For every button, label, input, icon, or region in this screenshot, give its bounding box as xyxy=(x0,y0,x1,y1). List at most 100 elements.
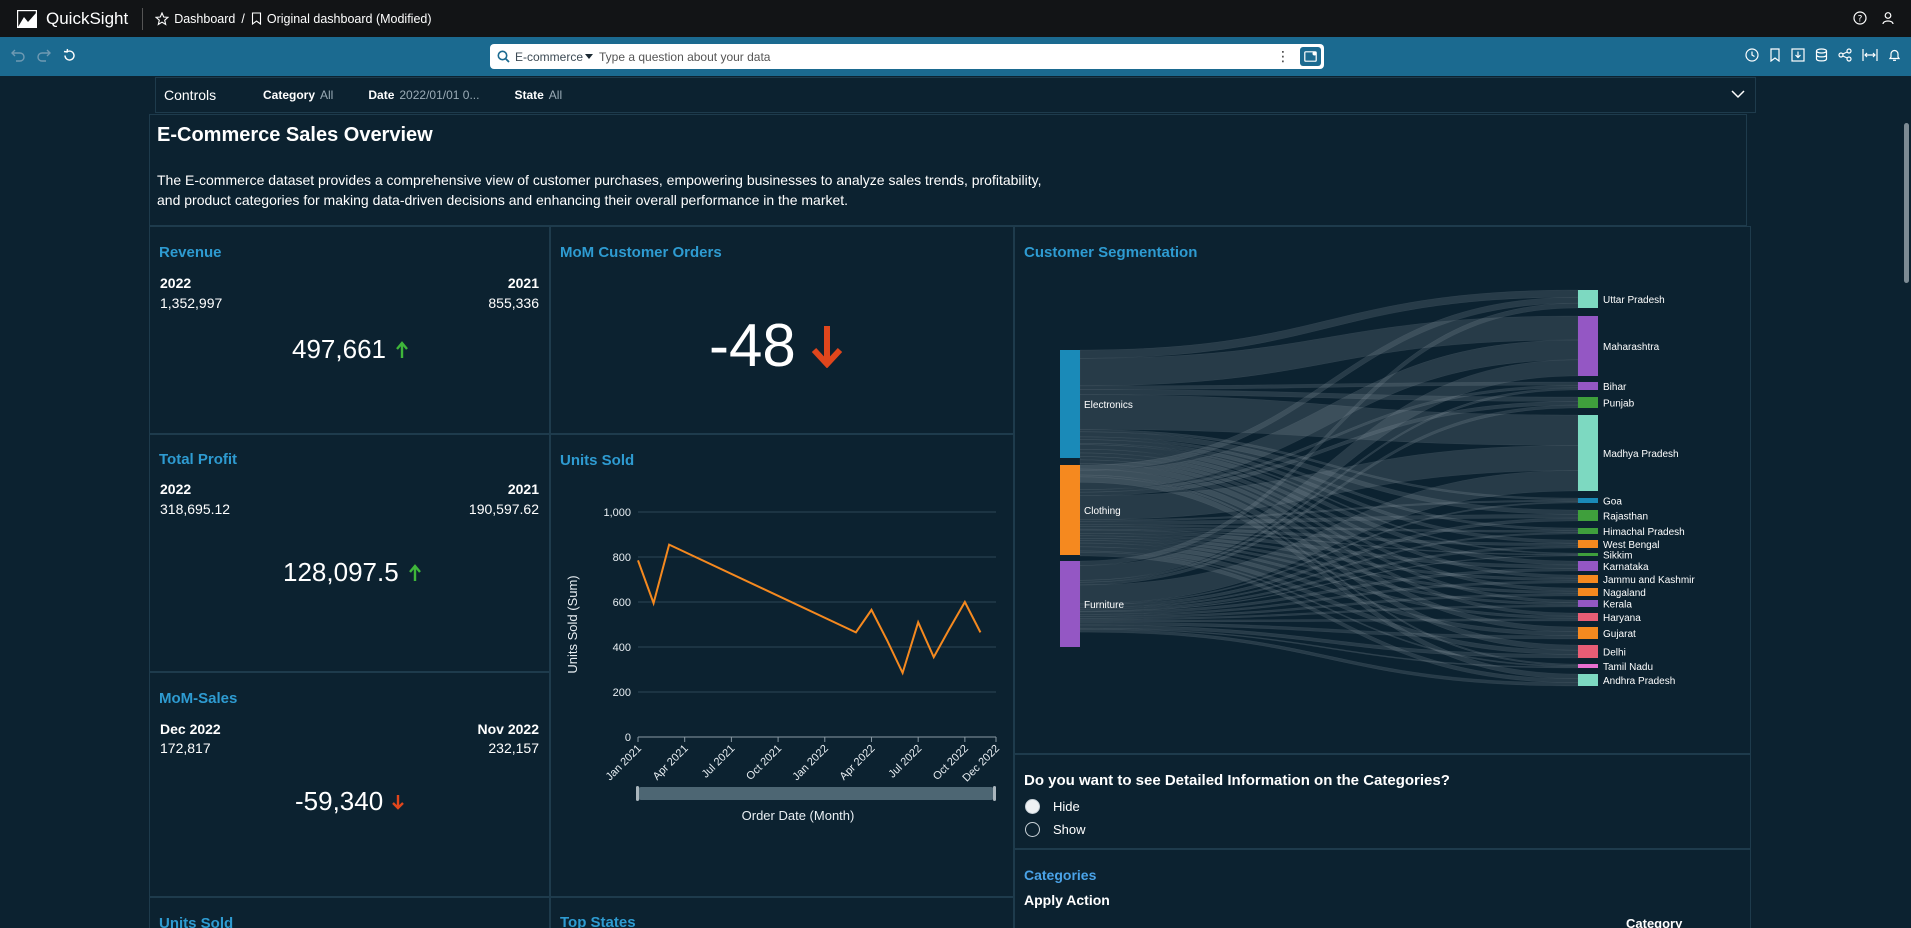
x-tick-label: Jul 2021 xyxy=(700,743,738,781)
page-scrollbar[interactable] xyxy=(1902,115,1911,928)
sankey-target-label: Madhya Pradesh xyxy=(1603,449,1679,460)
revenue-kpi[interactable]: Revenue 2022 1,352,997 2021 855,336 497,… xyxy=(149,226,550,434)
y-tick-label: 1,000 xyxy=(603,507,631,519)
x-tick-label: Apr 2021 xyxy=(651,743,691,783)
star-icon[interactable] xyxy=(155,11,170,26)
breadcrumb-dashboard[interactable]: Dashboard xyxy=(174,12,235,26)
sankey-target-node xyxy=(1578,528,1598,534)
current-period-value: 1,352,997 xyxy=(160,295,223,311)
visual-title: Units Sold xyxy=(159,915,234,928)
control-category[interactable]: Category All xyxy=(263,88,333,102)
x-tick-label: Jan 2021 xyxy=(604,743,644,783)
user-icon[interactable] xyxy=(1881,11,1895,25)
chevron-down-icon[interactable] xyxy=(585,54,594,59)
line-chart-svg: 02004006008001,000Jan 2021 Apr 2021 Jul 20… xyxy=(565,507,1002,823)
sankey-target-label: Rajasthan xyxy=(1603,512,1648,523)
q-search-bar[interactable]: E-commerce ⋮ xyxy=(490,44,1324,69)
customer-segmentation-sankey[interactable]: Customer Segmentation Electronics Clothin… xyxy=(1014,226,1751,754)
previous-period-label: 2021 xyxy=(507,275,539,291)
mom-customer-orders-kpi[interactable]: MoM Customer Orders -48 xyxy=(550,226,1014,434)
search-input[interactable] xyxy=(599,49,1276,64)
sankey-target-node xyxy=(1578,600,1598,607)
sankey-target-node xyxy=(1578,397,1598,408)
visual-title: Categories xyxy=(1024,867,1097,883)
units-sold-kpi[interactable]: Units Sold xyxy=(149,897,550,928)
y-tick-label: 600 xyxy=(613,597,631,609)
visual-title: MoM-Sales xyxy=(159,690,238,707)
undo-icon[interactable] xyxy=(10,48,26,62)
sankey-target-node xyxy=(1578,561,1598,571)
download-icon[interactable] xyxy=(1791,48,1805,62)
radio-hide[interactable]: Hide xyxy=(1025,799,1080,814)
sankey-target-node xyxy=(1578,588,1598,596)
arrow-down-icon xyxy=(392,794,405,810)
controls-bar[interactable]: Controls Category All Date 2022/01/01 0...… xyxy=(155,77,1756,113)
header-panel: E-Commerce Sales Overview The E-commerce… xyxy=(149,114,1747,226)
column-header-category[interactable]: Category xyxy=(1626,916,1682,928)
sankey-target-node xyxy=(1578,627,1598,639)
control-date[interactable]: Date 2022/01/01 0... xyxy=(368,88,479,102)
sankey-target-label: Tamil Nadu xyxy=(1603,662,1653,673)
control-value: All xyxy=(548,88,563,102)
sankey-target-label: Andhra Pradesh xyxy=(1603,676,1675,687)
arrow-up-icon xyxy=(408,563,421,581)
quicksight-logo-icon xyxy=(17,9,37,28)
bookmark-icon[interactable] xyxy=(251,12,262,25)
sankey-target-label: Nagaland xyxy=(1603,588,1646,599)
parameter-question: Do you want to see Detailed Information … xyxy=(1024,772,1450,789)
more-options-icon[interactable]: ⋮ xyxy=(1276,48,1290,65)
control-label: Date xyxy=(368,88,395,102)
radio-show[interactable]: Show xyxy=(1025,822,1086,837)
details-parameter: Do you want to see Detailed Information … xyxy=(1014,754,1751,849)
help-icon[interactable]: ? xyxy=(1853,11,1867,25)
control-value: 2022/01/01 0... xyxy=(399,88,480,102)
top-states-visual[interactable]: Top States xyxy=(550,897,1014,928)
alert-bell-icon[interactable] xyxy=(1888,48,1901,62)
categories-table[interactable]: Categories Apply Action Category xyxy=(1014,849,1751,928)
current-period-label: Dec 2022 xyxy=(160,721,221,737)
quicksight-logo[interactable]: QuickSight xyxy=(17,9,128,29)
redo-icon[interactable] xyxy=(36,48,52,62)
clock-icon[interactable] xyxy=(1745,48,1759,62)
control-state[interactable]: State All xyxy=(514,88,562,102)
current-period-label: 2022 xyxy=(160,275,192,291)
sankey-target-node xyxy=(1578,540,1598,548)
scrollbar-thumb[interactable] xyxy=(1904,123,1909,283)
visual-title: Revenue xyxy=(159,244,222,261)
radio-label: Hide xyxy=(1053,799,1080,814)
bookmark-icon[interactable] xyxy=(1769,48,1781,62)
divider xyxy=(142,7,144,30)
sankey-source-node xyxy=(1060,465,1080,555)
sankey-target-label: Delhi xyxy=(1603,648,1626,659)
q-topics-button[interactable] xyxy=(1300,47,1321,66)
fit-width-icon[interactable] xyxy=(1862,48,1878,62)
units-sold-line-chart[interactable]: Units Sold 0 200 400 600 800 1,000 Jan 2021 Apr… xyxy=(550,434,1014,897)
mom-sales-kpi[interactable]: MoM-Sales Dec 2022 172,817 Nov 2022 232,… xyxy=(149,672,550,897)
previous-period-value: 190,597.62 xyxy=(468,501,539,517)
range-handle-left xyxy=(636,786,639,801)
top-bar: QuickSight Dashboard / Original dashboar… xyxy=(0,0,1911,37)
sankey-target-node xyxy=(1578,498,1598,503)
dataset-selector[interactable]: E-commerce xyxy=(515,50,583,64)
sankey-source-label: Electronics xyxy=(1084,400,1133,411)
svg-text:?: ? xyxy=(1858,15,1863,25)
x-tick-label: Jul 2022 xyxy=(886,743,924,781)
sankey-target-node xyxy=(1578,382,1598,390)
sankey-target-label: Kerala xyxy=(1603,600,1632,611)
radio-button-selected[interactable] xyxy=(1025,799,1040,814)
sankey-target-label: West Bengal xyxy=(1603,540,1660,551)
dataset-icon[interactable] xyxy=(1815,48,1828,62)
total-profit-kpi[interactable]: Total Profit 2022 318,695.12 2021 190,59… xyxy=(149,434,550,672)
visual-title: Customer Segmentation xyxy=(1024,244,1198,261)
radio-button[interactable] xyxy=(1025,822,1040,837)
search-icon xyxy=(497,50,510,63)
share-icon[interactable] xyxy=(1838,48,1852,62)
reset-icon[interactable] xyxy=(62,48,77,63)
current-period-value: 318,695.12 xyxy=(160,501,231,517)
sankey-target-label: Bihar xyxy=(1603,382,1627,393)
y-tick-label: 400 xyxy=(613,642,631,654)
current-period-value: 172,817 xyxy=(160,740,211,756)
chevron-down-icon[interactable] xyxy=(1731,90,1745,99)
y-tick-label: 0 xyxy=(625,732,631,744)
range-handle-right xyxy=(993,786,996,801)
